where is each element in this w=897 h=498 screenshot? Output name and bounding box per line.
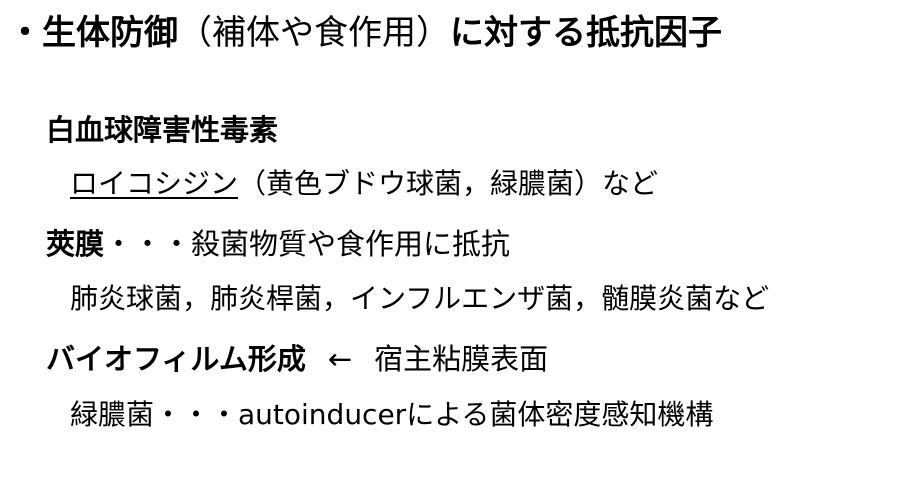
arrow-icon: ← bbox=[327, 342, 353, 376]
section-capsule-heading: 莢膜・・・殺菌物質や食作用に抵抗 bbox=[46, 230, 510, 259]
title-suffix: に対する抵抗因子 bbox=[450, 13, 722, 53]
section-capsule-body: 肺炎球菌，肺炎桿菌，インフルエンザ菌，髄膜炎菌など bbox=[70, 282, 770, 315]
title-prefix: ・生体防御 bbox=[8, 13, 178, 53]
section-leukocidin-body: ロイコシジン（黄色ブドウ球菌，緑膿菌）など bbox=[70, 170, 658, 198]
leukocidin-examples: （黄色ブドウ球菌，緑膿菌）など bbox=[238, 167, 659, 200]
capsule-term: 莢膜 bbox=[46, 227, 105, 261]
section-biofilm-heading: バイオフィルム形成 ← 宿主粘膜表面 bbox=[46, 345, 548, 374]
slide-title: ・生体防御（補体や食作用）に対する抵抗因子 bbox=[8, 16, 722, 50]
title-paren: （補体や食作用） bbox=[178, 13, 450, 53]
biofilm-site: 宿主粘膜表面 bbox=[374, 342, 549, 376]
section-leukocidin-heading: 白血球障害性毒素 bbox=[46, 113, 279, 147]
capsule-description: ・・・殺菌物質や食作用に抵抗 bbox=[104, 227, 511, 261]
section-biofilm-body: 緑膿菌・・・autoinducerによる菌体密度感知機構 bbox=[70, 398, 714, 431]
leukocidin-term: ロイコシジン bbox=[70, 167, 239, 200]
biofilm-term: バイオフィルム形成 bbox=[46, 342, 306, 376]
